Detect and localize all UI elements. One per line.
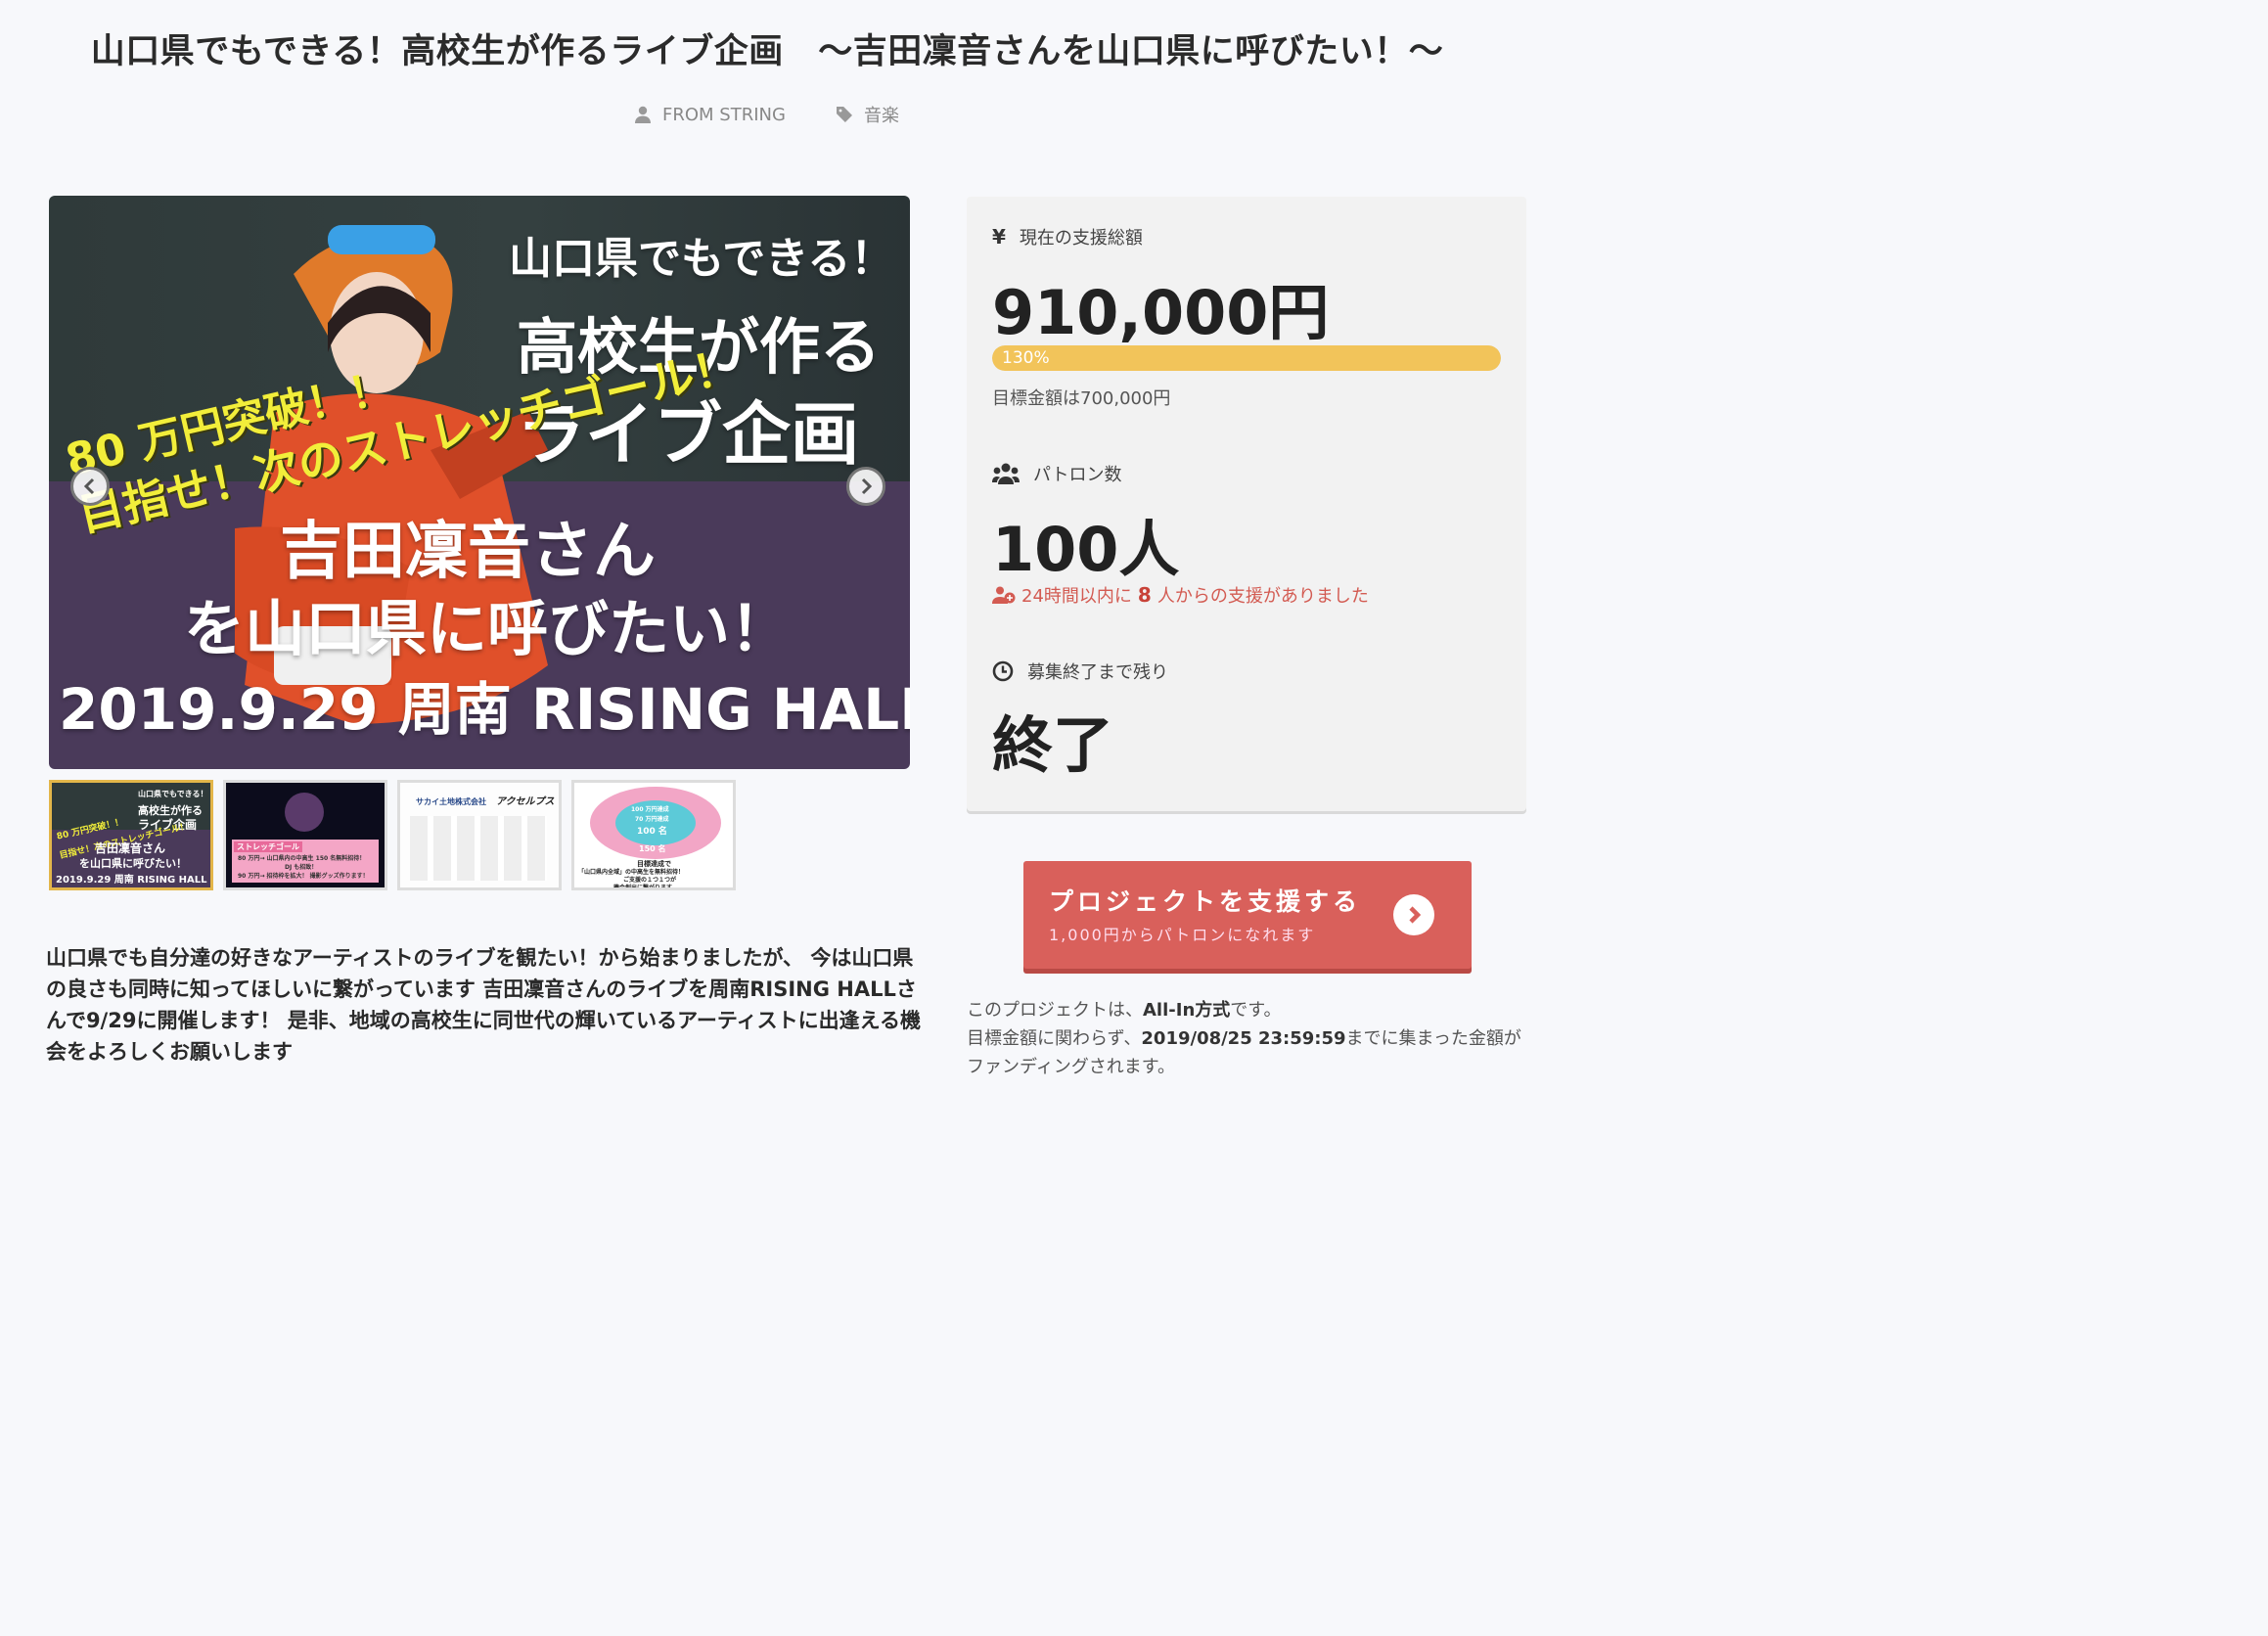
thumb4-top: 100 万円達成 (631, 806, 669, 813)
patrons-value: 100人 (992, 514, 1180, 585)
chevron-circle-right-icon (1393, 894, 1434, 935)
thumb2-title: ストレッチゴール (234, 841, 302, 852)
remaining-label-row: 募集終了まで残り (992, 659, 1168, 684)
thumb2-artist-photo (285, 793, 324, 832)
patrons-label: パトロン数 (1033, 465, 1122, 485)
thumb4-count-2: 150 名 (639, 844, 666, 853)
amount-value: 910,000円 (992, 277, 1330, 348)
hero-line-6: 2019.9.29 周南 RISING HALL (59, 676, 910, 743)
thumbnail-4[interactable]: 100 万円達成 70 万円達成 100 名 150 名 目標達成で 「山口県内… (571, 780, 736, 890)
thumbnail-strip: 山口県でもできる！ 高校生が作る ライブ企画 80 万円突破！！ 目指せ！次のス… (49, 780, 736, 890)
note-line-2: 目標金額に関わらず、2019/08/25 23:59:59までに集まった金額がフ… (967, 1024, 1526, 1081)
thumbnail-1[interactable]: 山口県でもできる！ 高校生が作る ライブ企画 80 万円突破！！ 目指せ！次のス… (49, 780, 213, 890)
hero-line-4: 吉田凜音さん (280, 516, 656, 588)
project-description: 山口県でも自分達の好きなアーティストのライブを観たい！から始まりましたが、 今は… (46, 946, 921, 1064)
progress-bar: 130% (992, 345, 1501, 371)
slider-next-button[interactable] (846, 467, 885, 506)
clock-icon (992, 660, 1014, 682)
hero-line-5: を山口県に呼びたい！ (184, 593, 792, 664)
project-title: 山口県でもできる！高校生が作るライブ企画 ～吉田凜音さんを山口県に呼びたい！～ (90, 32, 1444, 71)
thumb4-count-1: 100 名 (637, 827, 667, 837)
user-icon (635, 106, 652, 123)
category-name: 音楽 (863, 106, 899, 126)
remaining-label: 募集終了まで残り (1027, 662, 1168, 683)
thumb3-company: サカイ土地株式会社 (416, 797, 486, 806)
thumbnail-3[interactable]: サカイ土地株式会社 アクセルプス (397, 780, 562, 890)
note-line-1: このプロジェクトは、All-In方式です。 (967, 996, 1526, 1024)
thumb1-line-4: 吉田凜音さん (95, 841, 166, 855)
remaining-value: 終了 (992, 709, 1114, 781)
chevron-left-icon (83, 477, 95, 495)
thumb1-line-1: 山口県でもできる！ (138, 790, 208, 798)
support-button-label: プロジェクトを支援する (1049, 887, 1362, 916)
thumb3-brand: アクセルプス (496, 796, 555, 807)
support-button-sublabel: 1,000円からパトロンになれます (1049, 926, 1316, 944)
amount-label: 現在の支援総額 (1019, 228, 1143, 249)
thumb1-line-5: を山口県に呼びたい！ (79, 857, 187, 870)
hero-slider: 山口県でもできる！ 高校生が作る ライブ企画 吉田凜音さん を山口県に呼びたい！… (49, 196, 910, 769)
thumb2-line-1: 80 万円→ 山口県内の中高生 150 名無料招待！ (238, 855, 366, 862)
note-line2-bold: 2019/08/25 23:59:59 (1141, 1028, 1346, 1049)
thumbnail-2[interactable]: ストレッチゴール 80 万円→ 山口県内の中高生 150 名無料招待！ DJ も… (223, 780, 387, 890)
owner-link[interactable]: FROM STRING (635, 102, 786, 127)
note-line1-bold: All-In方式 (1143, 1000, 1231, 1021)
user-plus-icon (992, 586, 1016, 604)
progress-fill (992, 345, 1501, 371)
stats-panel: ¥ 現在の支援総額 910,000円 130% 目標金額は700,000円 パト… (967, 197, 1526, 811)
funding-note: このプロジェクトは、All-In方式です。 目標金額に関わらず、2019/08/… (967, 996, 1526, 1081)
category-link[interactable]: 音楽 (836, 102, 899, 127)
owner-name: FROM STRING (662, 104, 786, 125)
recent-pre: 24時間以内に (1021, 586, 1132, 607)
project-meta: FROM STRING 音楽 (0, 102, 1534, 127)
thumb3-sponsor-logos (410, 816, 547, 881)
note-line2-pre: 目標金額に関わらず、 (967, 1028, 1142, 1049)
users-icon (992, 463, 1020, 484)
recent-support: 24時間以内に 8 人からの支援がありました (992, 582, 1369, 608)
thumb1-line-6: 2019.9.29 周南 RISING HALL (56, 875, 207, 886)
amount-label-row: ¥ 現在の支援総額 (992, 224, 1143, 250)
hero-line-1: 山口県でもできる！ (509, 234, 894, 284)
goal-amount: 目標金額は700,000円 (992, 388, 1171, 409)
note-line1-pre: このプロジェクトは、 (967, 1000, 1143, 1021)
thumb4-foot-4: 機会創出に繋がります。 (613, 885, 678, 890)
tag-icon (836, 107, 852, 122)
progress-percent: 130% (1002, 348, 1050, 368)
thumb2-line-2: DJ も招致！ (285, 864, 318, 871)
thumb2-line-3: 90 万円→ 招待枠を拡大！ 撮影グッズ作ります！ (238, 873, 369, 880)
note-line1-post: です。 (1230, 1000, 1282, 1021)
yen-icon: ¥ (992, 225, 1006, 249)
patrons-label-row: パトロン数 (992, 461, 1122, 486)
slider-prev-button[interactable] (70, 467, 110, 506)
thumb4-mid: 70 万円達成 (635, 816, 669, 823)
support-project-button[interactable]: プロジェクトを支援する 1,000円からパトロンになれます (1023, 861, 1472, 969)
chevron-right-icon (861, 477, 873, 495)
recent-count: 8 (1137, 583, 1152, 607)
recent-post: 人からの支援がありました (1157, 586, 1369, 607)
